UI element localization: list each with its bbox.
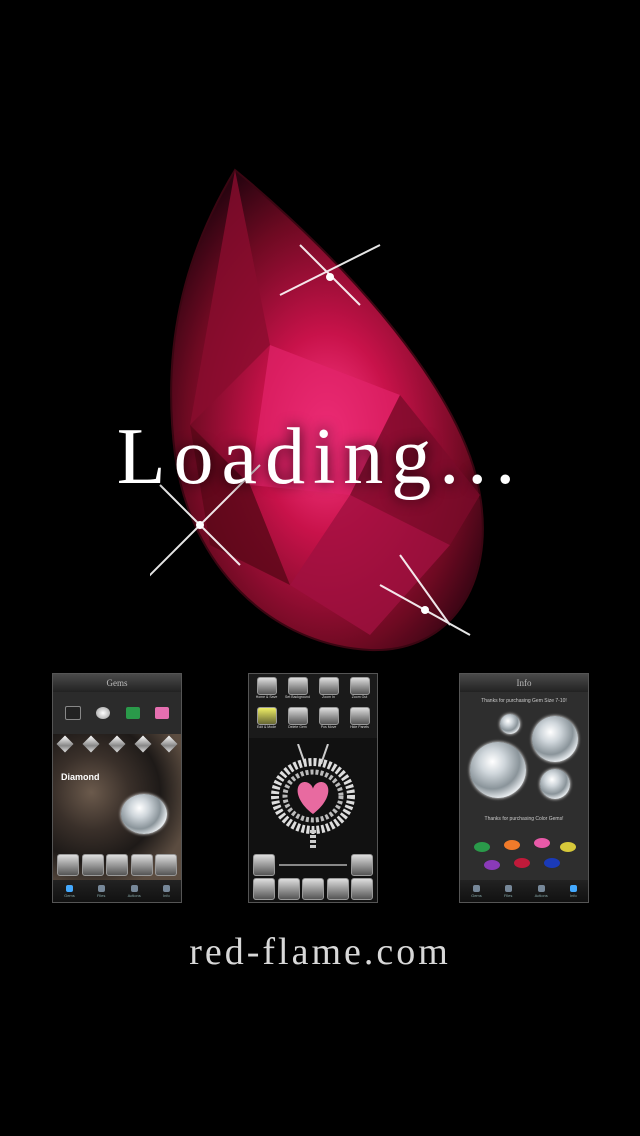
diamond-image [121, 794, 167, 834]
diamond-icon [160, 735, 178, 753]
gem-thumb [81, 854, 104, 876]
gem-thumb [351, 854, 373, 876]
diamond-image [532, 716, 578, 762]
gem-thumb [155, 854, 177, 876]
diamond-image [540, 769, 570, 799]
gem-thumb [302, 878, 324, 900]
purple-gem-icon [484, 860, 500, 870]
black-gem-icon [64, 706, 81, 720]
info-line-2: Thanks for purchasing Color Gems! [484, 816, 564, 822]
app-screenshot-editor: Home & Save Set Background Zoom In Zoom … [248, 673, 378, 903]
loading-label: Loading... [116, 413, 524, 501]
tool-zoom-in: Zoom In [314, 677, 343, 705]
tab-bar: Gems Files Actions Info [460, 880, 588, 902]
tab-actions: Actions [535, 884, 548, 898]
diamond-icon [56, 735, 74, 753]
tool-hide: Hide Panels [345, 707, 374, 735]
tool-home: Home & Save [252, 677, 281, 705]
tab-actions: Actions [128, 884, 141, 898]
tab-gems: Gems [471, 884, 482, 898]
tool-background: Set Background [283, 677, 312, 705]
screenshot-title: Gems [53, 674, 181, 692]
tool-delete: Delete Gem [283, 707, 312, 735]
diamond-icon [96, 707, 111, 719]
diamond-image [470, 742, 526, 798]
app-screenshot-gems: Gems Non Diamond Diamond Emerald Pink Sa… [52, 673, 182, 903]
tab-info: Info [162, 884, 170, 898]
gem-thumb [253, 878, 275, 900]
tab-info: Info [569, 884, 577, 898]
gem-thumb [277, 878, 300, 900]
emerald-icon [474, 842, 490, 852]
diamond-icon [82, 735, 100, 753]
pink-sapphire-icon [155, 707, 170, 719]
info-line-1: Thanks for purchasing Gem Size 7-10! [481, 698, 567, 704]
sapphire-icon [544, 858, 560, 868]
gem-thumb [106, 854, 128, 876]
diamond-icon [134, 735, 152, 753]
orange-gem-icon [504, 840, 520, 850]
app-screenshot-info: Info Thanks for purchasing Gem Size 7-10… [459, 673, 589, 903]
tab-files: Files [97, 884, 105, 898]
gem-thumb [57, 854, 79, 876]
tool-edit: Edit & Mode [252, 707, 281, 735]
gem-thumb [130, 854, 153, 876]
tab-bar: Gems Files Actions Info [53, 880, 181, 902]
tool-move: Pos Move [314, 707, 343, 735]
ruby-icon [514, 858, 530, 868]
gem-thumb [351, 878, 373, 900]
yellow-gem-icon [560, 842, 576, 852]
emerald-icon [125, 707, 140, 719]
site-url: red-flame.com [189, 931, 451, 973]
gem-thumb [253, 854, 275, 876]
pendant-image [263, 743, 363, 854]
screenshot-title: Info [460, 674, 588, 692]
pink-gem-icon [534, 838, 550, 848]
tool-zoom-out: Zoom Out [345, 677, 374, 705]
tab-files: Files [504, 884, 512, 898]
gem-thumb [326, 878, 349, 900]
diamond-image [500, 714, 520, 734]
size-slider [279, 864, 347, 866]
diamond-icon [108, 735, 126, 753]
gem-heading: Diamond [61, 772, 100, 782]
tab-gems: Gems [64, 884, 75, 898]
